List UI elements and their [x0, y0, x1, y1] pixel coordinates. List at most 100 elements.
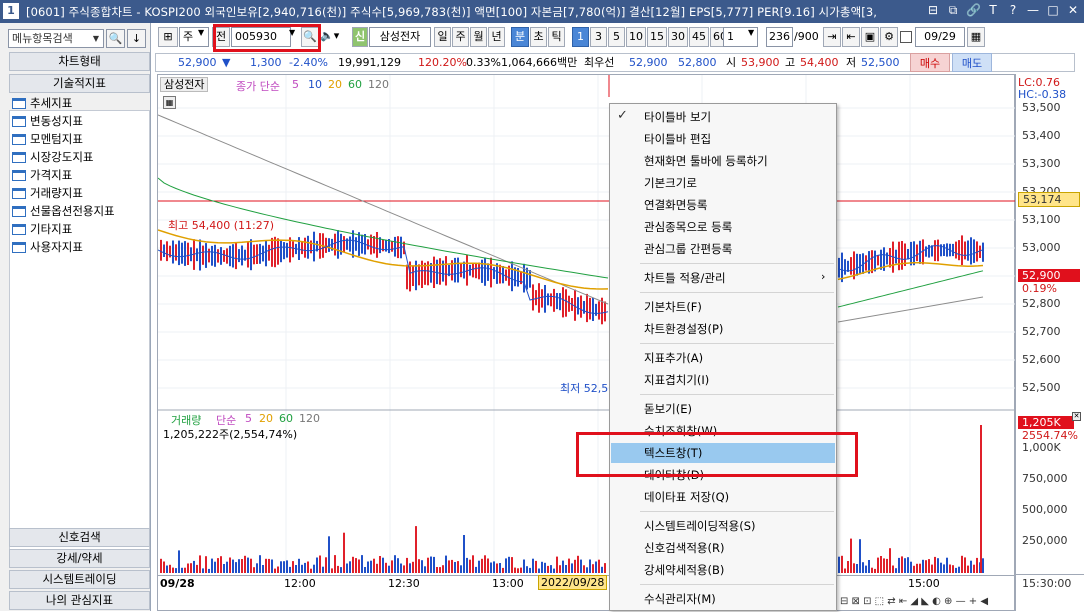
menu-item-show-titlebar[interactable]: 타이틀바 보기 — [611, 107, 835, 127]
system-trading-tab[interactable]: 시스템트레이딩 — [9, 570, 150, 589]
tree-item-trend[interactable]: 추세지표 — [12, 94, 72, 112]
layout-icon[interactable]: ⊞ — [158, 27, 178, 47]
chart-type-header[interactable]: 차트형태 — [9, 52, 150, 71]
menu-item-register-toolbar[interactable]: 현재화면 툴바에 등록하기 — [611, 151, 835, 171]
interval-1[interactable]: 1 — [572, 27, 589, 47]
chart-area[interactable]: 삼성전자 종가 단순 5 10 20 60 120 ▦ 최고 54,400 (1… — [157, 74, 1016, 612]
volume-bar — [475, 566, 477, 573]
candle — [943, 244, 945, 256]
period-minute[interactable]: 분 — [511, 27, 529, 47]
period-day[interactable]: 일 — [434, 27, 451, 47]
menu-item-strength-apply[interactable]: 강세약세적용(B) — [611, 560, 835, 580]
zoom-out-icon[interactable]: ⇤ — [842, 27, 860, 47]
download-icon[interactable]: ↓ — [127, 29, 146, 48]
tree-item-futures[interactable]: 선물옵션전용지표 — [12, 202, 115, 220]
candle — [556, 293, 558, 310]
price-volume-chart[interactable] — [158, 75, 1016, 612]
menu-item-signal-search[interactable]: 신호검색적용(R) — [611, 538, 835, 558]
tree-item-momentum[interactable]: 모멘텀지표 — [12, 130, 83, 148]
date-input[interactable]: 09/29 — [915, 27, 965, 47]
chart-bottom-toolbar[interactable]: ⊟ ⊠ ⊡ ⬚ ⇄ ⇤ ◢ ◣ ◐ ⊕ — + ◀ — [840, 596, 988, 607]
volume-bar — [844, 568, 846, 573]
link-icon[interactable]: 🔗 — [966, 3, 981, 18]
buy-button[interactable]: 매수 — [910, 53, 950, 72]
candle — [544, 285, 546, 313]
candle — [214, 244, 216, 267]
minimize-button[interactable]: — — [1026, 3, 1040, 18]
low-price: 52,500 — [861, 56, 900, 69]
maximize-button[interactable]: □ — [1046, 3, 1060, 18]
chevron-down-icon[interactable]: ▼ — [198, 28, 204, 37]
candle — [271, 237, 273, 267]
close-pane-icon[interactable]: ✕ — [1072, 412, 1081, 421]
sound-icon[interactable]: 🔈▾ — [320, 29, 339, 42]
date-checkbox[interactable] — [900, 31, 912, 43]
menu-item-save-data-table[interactable]: 데이타표 저장(Q) — [611, 487, 835, 507]
grid-icon[interactable]: ▦ — [163, 96, 176, 109]
chevron-down-icon[interactable]: ▼ — [89, 30, 103, 47]
close-button[interactable]: ✕ — [1066, 3, 1080, 18]
count-input[interactable]: 236 — [766, 27, 793, 47]
volume-bar — [304, 562, 306, 573]
candle — [493, 267, 495, 279]
interval-30[interactable]: 30 — [668, 27, 688, 47]
tree-item-market-strength[interactable]: 시장강도지표 — [12, 148, 93, 166]
period-second[interactable]: 초 — [530, 27, 547, 47]
calendar-icon[interactable]: ▦ — [967, 27, 985, 47]
period-year[interactable]: 년 — [488, 27, 505, 47]
menu-item-overlay-indicator[interactable]: 지표겹치기(I) — [611, 370, 835, 390]
candle — [268, 244, 270, 261]
sell-button[interactable]: 매도 — [952, 53, 992, 72]
menu-item-default-size[interactable]: 기본크기로 — [611, 173, 835, 193]
text-icon[interactable]: T — [986, 3, 1000, 18]
tree-item-volume[interactable]: 거래량지표 — [12, 184, 83, 202]
menu-item-system-trading[interactable]: 시스템트레이딩적용(S) — [611, 516, 835, 536]
tile-icon[interactable]: ⊟ — [926, 3, 940, 18]
tree-item-price[interactable]: 가격지표 — [12, 166, 72, 184]
menu-item-basic-chart[interactable]: 기본차트(F) — [611, 297, 835, 317]
menu-item-link-screen[interactable]: 연결화면등록 — [611, 195, 835, 215]
menu-item-magnifier[interactable]: 돋보기(E) — [611, 399, 835, 419]
menu-item-formula-manager[interactable]: 수식관리자(M) — [611, 589, 835, 609]
technical-indicator-header[interactable]: 기술적지표 — [9, 74, 150, 93]
interval-15[interactable]: 15 — [647, 27, 667, 47]
menu-item-add-watchlist[interactable]: 관심종목으로 등록 — [611, 217, 835, 237]
volume-bar — [523, 559, 525, 573]
candle — [457, 257, 459, 283]
candle — [421, 260, 423, 288]
interval-5[interactable]: 5 — [608, 27, 625, 47]
tree-item-volatility[interactable]: 변동성지표 — [12, 112, 83, 130]
candle — [592, 297, 594, 321]
menu-item-add-indicator[interactable]: 지표추가(A) — [611, 348, 835, 368]
cascade-icon[interactable]: ⧉ — [946, 3, 960, 18]
volume-bar — [160, 558, 162, 573]
menu-item-chart-template[interactable]: 차트틀 적용/관리 — [611, 268, 835, 288]
interval-3[interactable]: 3 — [590, 27, 607, 47]
period-month[interactable]: 월 — [470, 27, 487, 47]
period-type-select[interactable]: 주 — [179, 27, 209, 47]
period-week[interactable]: 주 — [452, 27, 469, 47]
tree-item-other[interactable]: 기타지표 — [12, 220, 72, 238]
menu-item-edit-titlebar[interactable]: 타이틀바 편집 — [611, 129, 835, 149]
chevron-down-icon[interactable]: ▼ — [748, 28, 754, 37]
volume-bar — [973, 564, 975, 573]
volume-bar — [178, 550, 180, 573]
period-tick[interactable]: 틱 — [548, 27, 565, 47]
search-icon[interactable]: 🔍 — [106, 29, 125, 48]
context-menu[interactable]: ✓ 타이틀바 보기 타이틀바 편집 현재화면 툴바에 등록하기 기본크기로 연결… — [609, 103, 837, 611]
my-indicator-tab[interactable]: 나의 관심지표 — [9, 591, 150, 610]
interval-10[interactable]: 10 — [626, 27, 646, 47]
volume-ratio: 120.20% — [418, 56, 467, 69]
menu-item-quick-group[interactable]: 관심그룹 간편등록 — [611, 239, 835, 259]
tree-item-user[interactable]: 사용자지표 — [12, 238, 83, 256]
gear-icon[interactable]: ⚙ — [880, 27, 898, 47]
volume-bar — [868, 560, 870, 573]
zoom-in-icon[interactable]: ⇥ — [823, 27, 841, 47]
strength-weakness-tab[interactable]: 강세/약세 — [9, 549, 150, 568]
help-icon[interactable]: ? — [1006, 3, 1020, 18]
signal-search-tab[interactable]: 신호검색 — [9, 528, 150, 547]
save-icon[interactable]: ▣ — [861, 27, 879, 47]
vol-tick: 1,000K — [1022, 441, 1061, 454]
interval-45[interactable]: 45 — [689, 27, 709, 47]
menu-item-chart-settings[interactable]: 차트환경설정(P) — [611, 319, 835, 339]
